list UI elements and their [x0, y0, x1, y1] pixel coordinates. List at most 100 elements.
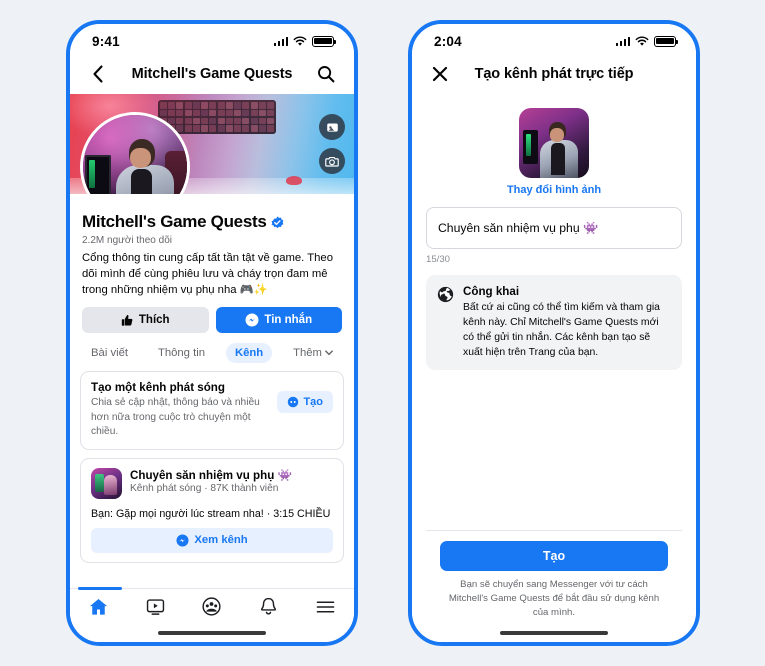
edit-cover-button[interactable]: [319, 114, 345, 140]
groups-icon: [202, 597, 222, 616]
tabbar-notifications[interactable]: [256, 595, 282, 619]
create-channel-title: Tạo kênh phát trực tiếp: [474, 66, 634, 82]
channel-thumbnail: [91, 467, 122, 499]
create-channel-button-label: Tạo: [303, 396, 323, 409]
search-button[interactable]: [314, 62, 338, 86]
tabbar-home[interactable]: [85, 595, 111, 619]
bell-icon: [261, 597, 277, 615]
broadcast-channel-icon: [288, 396, 299, 408]
change-image-link[interactable]: Thay đổi hình ảnh: [426, 184, 682, 196]
create-channel-title: Tạo một kênh phát sóng: [91, 381, 225, 395]
tabbar-groups[interactable]: [199, 595, 225, 619]
cover-photo[interactable]: [70, 94, 354, 194]
thumb-shirt-decor: [551, 143, 565, 175]
channel-name-input-value: Chuyên săn nhiệm vụ phụ 👾: [438, 221, 599, 235]
tab-more[interactable]: Thêm: [284, 343, 342, 363]
home-indicator-right: [426, 624, 682, 642]
globe-icon: [437, 286, 454, 303]
privacy-title: Công khai: [463, 285, 520, 298]
status-bar: 9:41: [70, 24, 354, 54]
chevron-left-icon: [93, 65, 103, 83]
create-footer-note: Bạn sẽ chuyển sang Messenger với tư cách…: [448, 579, 660, 619]
tab-more-label: Thêm: [293, 347, 322, 360]
message-button[interactable]: Tin nhắn: [215, 307, 342, 334]
privacy-info-box: Công khai Bất cứ ai cũng có thể tìm kiếm…: [426, 275, 682, 371]
channel-name: Chuyên săn nhiệm vụ phụ 👾: [130, 468, 292, 482]
battery-full-icon: [312, 35, 337, 47]
camera-icon: [325, 156, 339, 167]
wifi-icon: [293, 36, 307, 46]
channel-last-message: Bạn: Gặp mọi người lúc stream nha! · 3:1…: [91, 507, 331, 520]
channel-meta: Kênh phát sóng · 87K thành viên: [130, 482, 279, 494]
create-channel-body: Thay đổi hình ảnh Chuyên săn nhiệm vụ ph…: [412, 94, 696, 642]
profile-bio: Cổng thông tin cung cấp tất tần tật về g…: [82, 252, 334, 297]
close-x-icon: [432, 66, 448, 82]
back-button[interactable]: [86, 62, 110, 86]
channel-cards: Tạo một kênh phát sóng Chia sẻ cập nhật,…: [70, 371, 354, 563]
like-button-label: Thích: [138, 314, 170, 327]
view-channel-button[interactable]: Xem kênh: [91, 527, 333, 553]
avatar-face-decor: [130, 148, 151, 168]
channel-name-input[interactable]: Chuyên săn nhiệm vụ phụ 👾: [426, 207, 682, 249]
avatar[interactable]: [80, 112, 190, 194]
profile-tabs: Bài viết Thông tin Kênh Thêm: [70, 333, 354, 371]
hamburger-menu-icon: [316, 600, 335, 613]
wifi-icon: [635, 36, 649, 46]
tabbar-menu[interactable]: [313, 595, 339, 619]
create-button[interactable]: Tạo: [440, 541, 668, 572]
phone-left-profile: 9:41 Mitchell's Game Quests Mitchell's G…: [66, 20, 358, 646]
follower-count: 2.2M người theo dõi: [82, 235, 172, 246]
chevron-down-icon: [325, 350, 333, 356]
messenger-icon: [176, 534, 189, 547]
home-icon: [89, 598, 107, 615]
navbar-spacer: [656, 62, 680, 86]
phone-right-create-channel: 2:04 Tạo kênh phát trực tiếp Thay đổi hì…: [408, 20, 700, 646]
close-button[interactable]: [428, 62, 452, 86]
battery-full-icon: [654, 35, 679, 47]
view-channel-label: Xem kênh: [194, 534, 248, 547]
profile-navbar: Mitchell's Game Quests: [70, 54, 354, 94]
cellular-bars-icon: [273, 36, 288, 46]
home-indicator-left: [70, 624, 354, 642]
page-title: Mitchell's Game Quests: [131, 66, 293, 82]
status-time-right: 2:04: [434, 33, 462, 49]
profile-name-row: Mitchell's Game Quests: [82, 212, 342, 232]
status-icons: [273, 35, 337, 47]
status-bar-right: 2:04: [412, 24, 696, 54]
avatar-container[interactable]: [80, 112, 190, 194]
avatar-shirt-decor: [131, 169, 152, 194]
profile-header: Mitchell's Game Quests 2.2M người theo d…: [70, 194, 354, 298]
channel-item-card[interactable]: Chuyên săn nhiệm vụ phụ 👾 Kênh phát sóng…: [80, 457, 344, 563]
thumb-monitor-decor: [523, 130, 538, 164]
message-button-label: Tin nhắn: [264, 314, 313, 327]
thumbs-up-icon: [121, 314, 133, 326]
create-channel-navbar: Tạo kênh phát trực tiếp: [412, 54, 696, 94]
tabbar-watch[interactable]: [142, 595, 168, 619]
profile-name: Mitchell's Game Quests: [82, 212, 267, 231]
create-channel-subtitle: Chia sẻ cập nhật, thông báo và nhiều hơn…: [91, 397, 260, 438]
tab-channels[interactable]: Kênh: [225, 343, 273, 364]
tab-posts[interactable]: Bài viết: [82, 343, 137, 363]
status-icons-right: [615, 35, 679, 47]
tab-about[interactable]: Thông tin: [149, 343, 214, 363]
screenshot-stage: 9:41 Mitchell's Game Quests Mitchell's G…: [0, 0, 765, 666]
character-counter: 15/30: [426, 254, 451, 265]
video-play-icon: [146, 598, 164, 615]
status-time: 9:41: [92, 33, 120, 49]
create-channel-button[interactable]: Tạo: [277, 391, 333, 414]
cellular-bars-icon: [615, 36, 630, 46]
messenger-icon: [245, 313, 259, 327]
create-channel-footer: Tạo Bạn sẽ chuyển sang Messenger với tư …: [426, 530, 682, 624]
channel-image-thumbnail[interactable]: [519, 108, 589, 178]
privacy-description: Bất cứ ai cũng có thể tìm kiếm và tham g…: [463, 302, 660, 359]
cover-mouse-decor: [286, 176, 302, 185]
avatar-monitor-decor: [85, 155, 111, 194]
bottom-tab-bar: [70, 587, 354, 624]
like-button[interactable]: Thích: [82, 307, 209, 334]
add-cover-photo-button[interactable]: [319, 148, 345, 174]
photo-edit-icon: [326, 122, 338, 132]
profile-action-row: Thích Tin nhắn: [70, 298, 354, 334]
channel-item-row: Chuyên săn nhiệm vụ phụ 👾 Kênh phát sóng…: [91, 467, 333, 499]
verified-badge-icon: [271, 216, 283, 228]
profile-content: Mitchell's Game Quests 2.2M người theo d…: [70, 194, 354, 642]
